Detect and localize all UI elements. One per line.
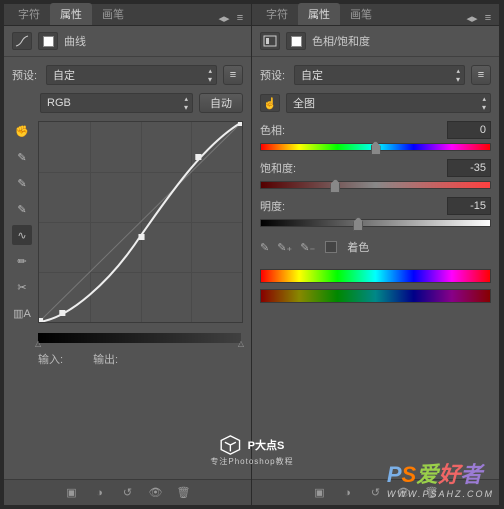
visibility-icon[interactable]: 👁: [147, 486, 165, 499]
saturation-label: 饱和度:: [260, 160, 296, 176]
trash-icon[interactable]: 🗑: [175, 486, 193, 499]
panel-header-r: 色相/饱和度: [252, 26, 499, 57]
preset-select-r[interactable]: 自定: [294, 65, 465, 85]
mask-icon[interactable]: [38, 32, 58, 50]
clip-layer-icon-r[interactable]: ▣: [311, 486, 329, 499]
lightness-input[interactable]: -15: [447, 197, 491, 215]
input-label: 输入:: [38, 354, 63, 366]
panel-menu-icon-r[interactable]: ≡: [481, 12, 495, 25]
hue-saturation-panel: 字符 属性 画笔 ◂▸ ≡ 色相/饱和度 预设: 自定 ≡ ☝ 全图 色相: 0: [252, 4, 500, 505]
panel-tabs-right: 字符 属性 画笔 ◂▸ ≡: [252, 4, 499, 26]
eyedropper-add-icon[interactable]: ✎₊: [277, 241, 292, 254]
sample-white-icon[interactable]: ✎: [12, 147, 32, 167]
preset-select[interactable]: 自定: [46, 65, 217, 85]
bottom-bar: ▣ ◑ ↺ 👁 🗑: [4, 479, 251, 505]
sample-black-icon[interactable]: ✎: [12, 199, 32, 219]
reset-icon-r[interactable]: ↺: [367, 486, 385, 499]
clip-icon[interactable]: ✂: [12, 277, 32, 297]
tab-character[interactable]: 字符: [8, 3, 50, 25]
saturation-slider[interactable]: [260, 181, 491, 189]
target-adjust-icon[interactable]: ✊: [12, 121, 32, 141]
view-previous-icon-r[interactable]: ◑: [339, 487, 357, 499]
curve-graph[interactable]: [38, 121, 243, 323]
saturation-input[interactable]: -35: [447, 159, 491, 177]
colorize-label: 着色: [347, 239, 369, 255]
clip-layer-icon[interactable]: ▣: [63, 486, 81, 499]
auto-button[interactable]: 自动: [199, 93, 243, 113]
hue-slider[interactable]: [260, 143, 491, 151]
tab-brush-r[interactable]: 画笔: [340, 3, 382, 25]
panel-title: 曲线: [64, 33, 86, 49]
site-watermark: PS爱好者 WWW.PSAHZ.COM: [387, 457, 494, 499]
collapse-icon[interactable]: ◂▸: [217, 12, 231, 25]
view-previous-icon[interactable]: ◑: [91, 487, 109, 499]
spectrum-out: [260, 289, 491, 303]
tab-brush[interactable]: 画笔: [92, 3, 134, 25]
lightness-label: 明度:: [260, 198, 285, 214]
mask-icon-r[interactable]: [286, 32, 306, 50]
sample-gray-icon[interactable]: ✎: [12, 173, 32, 193]
panel-menu-icon[interactable]: ≡: [233, 12, 247, 25]
preset-menu-button-r[interactable]: ≡: [471, 65, 491, 85]
brand-watermark: P大点S 专注Photoshop教程: [210, 434, 293, 467]
hue-label: 色相:: [260, 122, 285, 138]
tab-character-r[interactable]: 字符: [256, 3, 298, 25]
preset-menu-button[interactable]: ≡: [223, 65, 243, 85]
range-select[interactable]: 全图: [286, 93, 491, 113]
spectrum-in: [260, 269, 491, 283]
tab-properties[interactable]: 属性: [50, 3, 92, 25]
panel-tabs: 字符 属性 画笔 ◂▸ ≡: [4, 4, 251, 26]
panel-header: 曲线: [4, 26, 251, 57]
curves-panel: 字符 属性 画笔 ◂▸ ≡ 曲线 预设: 自定 ≡ RGB 自动 ✊ ✎ ✎ ✎…: [4, 4, 252, 505]
panel-title-r: 色相/饱和度: [312, 33, 370, 49]
curves-icon: [12, 32, 32, 50]
curve-point-icon[interactable]: ∿: [12, 225, 32, 245]
input-gradient[interactable]: △ △: [38, 333, 241, 343]
output-label: 输出:: [93, 354, 118, 366]
eyedropper-sub-icon[interactable]: ✎₋: [300, 241, 315, 254]
reset-icon[interactable]: ↺: [119, 486, 137, 499]
eyedropper-icon[interactable]: ✎: [260, 241, 269, 254]
finger-tool-icon[interactable]: ☝: [260, 94, 280, 112]
histogram-icon[interactable]: ▥A: [12, 303, 32, 323]
channel-select[interactable]: RGB: [40, 93, 193, 113]
lightness-slider[interactable]: [260, 219, 491, 227]
curves-toolbar: ✊ ✎ ✎ ✎ ∿ ✏ ✂ ▥A: [12, 121, 32, 323]
collapse-icon-r[interactable]: ◂▸: [465, 12, 479, 25]
colorize-checkbox[interactable]: [325, 241, 337, 253]
preset-label-r: 预设:: [260, 67, 288, 83]
preset-label: 预设:: [12, 67, 40, 83]
curve-pencil-icon[interactable]: ✏: [12, 251, 32, 271]
tab-properties-r[interactable]: 属性: [298, 3, 340, 25]
hsl-icon: [260, 32, 280, 50]
hue-input[interactable]: 0: [447, 121, 491, 139]
